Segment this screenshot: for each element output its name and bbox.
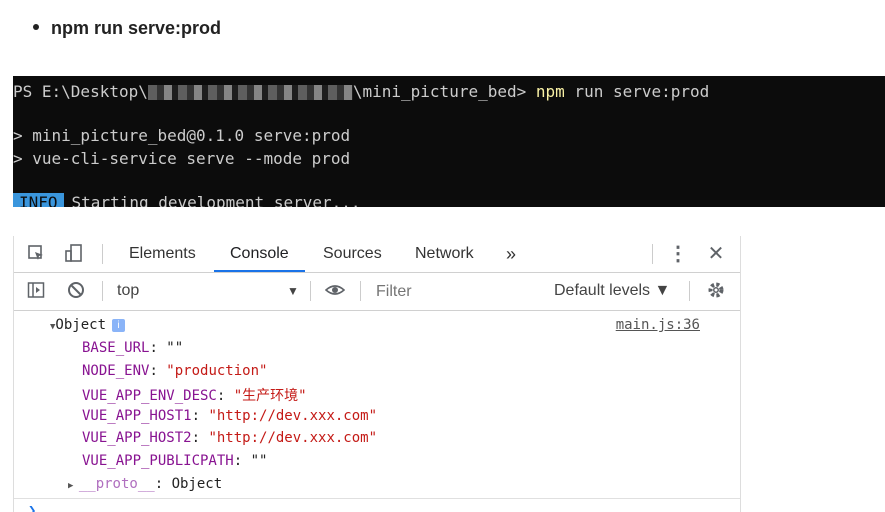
- toolbar-divider: [360, 281, 361, 301]
- toolbar-divider: [689, 281, 690, 301]
- prop-value: "生产环境": [233, 388, 307, 404]
- collapse-triangle-icon[interactable]: ▶: [68, 481, 79, 491]
- toolbar-divider: [102, 281, 103, 301]
- prop-row: VUE_APP_HOST2: "http://dev.xxx.com": [82, 430, 378, 446]
- proto-row[interactable]: ▶ __proto__: Object: [68, 476, 222, 492]
- tabbar-divider: [102, 244, 103, 264]
- filter-input[interactable]: [374, 279, 538, 305]
- prop-row: BASE_URL: "": [82, 340, 184, 356]
- console-output: main.js:36 ▼Object i BASE_URL: "" NODE_EN…: [14, 311, 740, 512]
- prop-row: VUE_APP_PUBLICPATH: "": [82, 453, 268, 469]
- terminal-cmd-args: run serve:prod: [564, 82, 710, 101]
- prop-value: "http://dev.xxx.com": [208, 408, 378, 424]
- bullet-text: npm run serve:prod: [51, 18, 222, 38]
- info-text: Starting development server...: [71, 193, 361, 207]
- info-badge: INFO: [13, 193, 64, 207]
- terminal-screenshot: PS E:\Desktop\ \mini_picture_bed> npm run…: [13, 76, 885, 207]
- tab-console[interactable]: Console: [214, 236, 305, 272]
- gear-icon[interactable]: [706, 281, 726, 301]
- info-icon[interactable]: i: [112, 318, 125, 332]
- devtools-panel: Elements Console Sources Network » ⋮ ✕ t…: [13, 236, 741, 512]
- prop-key: VUE_APP_HOST1: [82, 408, 192, 424]
- inspect-element-icon[interactable]: [26, 244, 46, 264]
- prop-value: "": [250, 453, 268, 469]
- prop-row: NODE_ENV: "production": [82, 363, 268, 379]
- devtools-tabbar: Elements Console Sources Network » ⋮ ✕: [14, 236, 740, 273]
- sidebar-toggle-icon[interactable]: [26, 281, 46, 301]
- prompt-prefix: PS E:\Desktop\: [13, 82, 148, 101]
- toolbar-divider: [310, 281, 311, 301]
- object-header[interactable]: ▼Object i: [50, 317, 125, 333]
- tab-network[interactable]: Network: [415, 236, 474, 272]
- object-label: Object: [55, 317, 106, 333]
- prop-key: VUE_APP_PUBLICPATH: [82, 453, 234, 469]
- kebab-menu-icon[interactable]: ⋮: [668, 244, 688, 264]
- prop-value: "": [166, 340, 184, 356]
- terminal-prompt-line: PS E:\Desktop\ \mini_picture_bed> npm run…: [13, 82, 709, 101]
- prop-key: VUE_APP_HOST2: [82, 430, 192, 446]
- more-tabs-button[interactable]: »: [506, 236, 516, 272]
- terminal-line-3: > vue-cli-service serve --mode prod: [13, 149, 351, 168]
- prop-value: "http://dev.xxx.com": [208, 430, 378, 446]
- proto-value: Object: [171, 476, 223, 492]
- terminal-cmd: npm: [535, 82, 565, 101]
- eye-icon[interactable]: [324, 281, 346, 301]
- context-select[interactable]: top: [117, 282, 139, 300]
- prop-key: NODE_ENV: [82, 363, 150, 379]
- prop-value: "production": [166, 363, 268, 379]
- prop-key: VUE_APP_ENV_DESC: [82, 388, 217, 404]
- tab-sources[interactable]: Sources: [323, 236, 382, 272]
- prompt-suffix: \mini_picture_bed>: [352, 82, 536, 101]
- prop-key: BASE_URL: [82, 340, 150, 356]
- terminal-info-line: INFO Starting development server...: [13, 193, 361, 207]
- prop-row: VUE_APP_ENV_DESC: "生产环境": [82, 388, 307, 404]
- console-divider: [14, 498, 740, 499]
- console-toolbar: top ▼ Default levels ▼: [14, 273, 740, 311]
- log-levels-select[interactable]: Default levels ▼: [554, 282, 670, 300]
- device-toolbar-icon[interactable]: [64, 244, 84, 264]
- redacted-path: [147, 85, 353, 100]
- terminal-line-2: > mini_picture_bed@0.1.0 serve:prod: [13, 126, 351, 145]
- source-link[interactable]: main.js:36: [616, 317, 700, 333]
- proto-key: __proto__: [78, 476, 155, 492]
- clear-console-icon[interactable]: [66, 281, 86, 301]
- prop-row: VUE_APP_HOST1: "http://dev.xxx.com": [82, 408, 378, 424]
- doc-bullet-item: npm run serve:prod: [33, 18, 221, 39]
- bullet-dot: [33, 24, 39, 31]
- close-icon[interactable]: ✕: [706, 244, 726, 264]
- context-dropdown-icon[interactable]: ▼: [287, 284, 299, 298]
- tab-elements[interactable]: Elements: [129, 236, 196, 272]
- tabbar-divider: [652, 244, 653, 264]
- console-prompt-icon[interactable]: ❯: [28, 503, 36, 512]
